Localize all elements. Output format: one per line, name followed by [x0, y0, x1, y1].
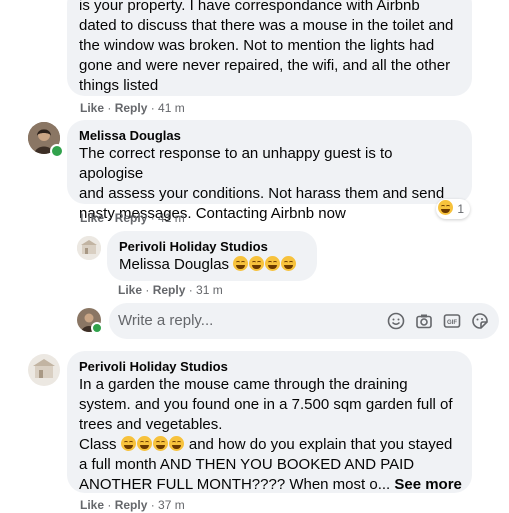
- sticker-icon[interactable]: [471, 312, 489, 330]
- laughing-emoji-icon: [281, 256, 297, 271]
- like-link[interactable]: Like: [80, 101, 104, 115]
- like-link[interactable]: Like: [80, 211, 104, 225]
- laughing-emoji-icon: [233, 256, 249, 271]
- comment-bubble: is your property. I have correspondance …: [67, 0, 472, 96]
- see-more-link[interactable]: See more: [394, 476, 462, 493]
- online-status-dot: [91, 322, 103, 334]
- reply-link[interactable]: Reply: [153, 283, 186, 297]
- laughing-emoji-icon: [168, 436, 184, 451]
- laughing-emoji-icon: [120, 436, 136, 451]
- laughing-emoji-icon: [136, 436, 152, 451]
- comment-bubble: Melissa Douglas The correct response to …: [67, 120, 472, 222]
- timestamp[interactable]: 41 m: [158, 101, 185, 115]
- comment-actions: Like · Reply · 41 m: [80, 211, 185, 225]
- reply-link[interactable]: Reply: [115, 101, 148, 115]
- haha-reaction-icon: [438, 200, 453, 215]
- laughing-emoji-icon: [265, 256, 281, 271]
- reaction-badge[interactable]: 1: [436, 199, 471, 219]
- comment-actions: Like · Reply · 37 m: [80, 498, 185, 512]
- timestamp[interactable]: 37 m: [158, 498, 185, 512]
- author-name[interactable]: Melissa Douglas: [79, 128, 460, 144]
- comment-text: In a garden the mouse came through the d…: [79, 376, 462, 493]
- reply-link[interactable]: Reply: [115, 498, 148, 512]
- comment-text: Melissa Douglas: [119, 255, 305, 275]
- comment-actions: Like · Reply · 31 m: [118, 283, 223, 297]
- avatar[interactable]: [28, 354, 60, 386]
- reply-link[interactable]: Reply: [115, 211, 148, 225]
- timestamp[interactable]: 31 m: [196, 283, 223, 297]
- mention-link[interactable]: Melissa Douglas: [119, 256, 229, 273]
- comment-text: is your property. I have correspondance …: [79, 0, 454, 94]
- avatar[interactable]: [77, 236, 101, 260]
- timestamp[interactable]: 41 m: [158, 211, 185, 225]
- emoji-icon[interactable]: [387, 312, 405, 330]
- comment-bubble: Perivoli Holiday Studios In a garden the…: [67, 351, 472, 493]
- comment-actions: Like · Reply · 41 m: [80, 101, 185, 115]
- reply-input[interactable]: Write a reply... GIF: [109, 303, 499, 339]
- online-status-dot: [50, 144, 64, 158]
- camera-icon[interactable]: [415, 312, 433, 330]
- gif-icon[interactable]: GIF: [443, 312, 461, 330]
- avatar-image: [28, 354, 60, 386]
- svg-text:GIF: GIF: [447, 320, 457, 326]
- author-name[interactable]: Perivoli Holiday Studios: [79, 359, 460, 375]
- reply-input-placeholder: Write a reply...: [118, 312, 214, 329]
- like-link[interactable]: Like: [80, 498, 104, 512]
- laughing-emoji-icon: [152, 436, 168, 451]
- avatar-image: [77, 236, 101, 260]
- author-name[interactable]: Perivoli Holiday Studios: [119, 239, 305, 255]
- like-link[interactable]: Like: [118, 283, 142, 297]
- reaction-count: 1: [457, 202, 465, 216]
- laughing-emoji-icon: [249, 256, 265, 271]
- comment-bubble: Perivoli Holiday Studios Melissa Douglas: [107, 231, 317, 281]
